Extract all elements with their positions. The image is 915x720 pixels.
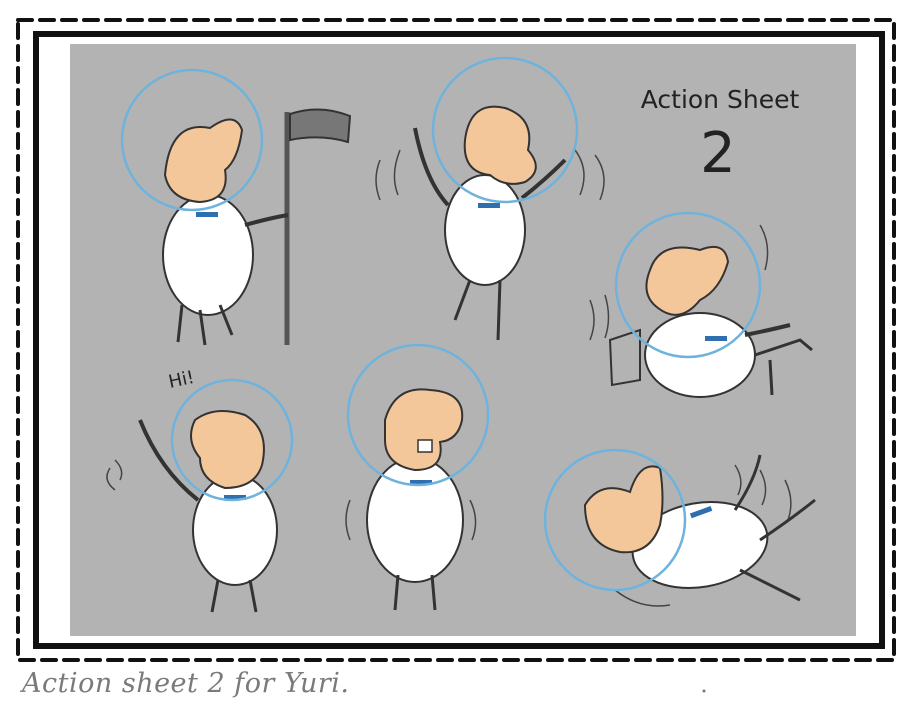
caption: Action sheet 2 for Yuri.	[22, 668, 350, 699]
chest-badge	[196, 212, 218, 217]
stray-dot	[702, 689, 706, 693]
teeth	[417, 439, 433, 453]
suit-body	[444, 174, 526, 286]
flag-cloth	[289, 108, 352, 144]
chest-badge	[705, 336, 727, 341]
sheet-title: Action Sheet	[641, 85, 800, 114]
illustration: Action Sheet 2 Hi!	[16, 18, 896, 693]
sheet-number: 2	[700, 121, 736, 186]
chest-badge	[478, 203, 500, 208]
seat	[608, 328, 641, 387]
